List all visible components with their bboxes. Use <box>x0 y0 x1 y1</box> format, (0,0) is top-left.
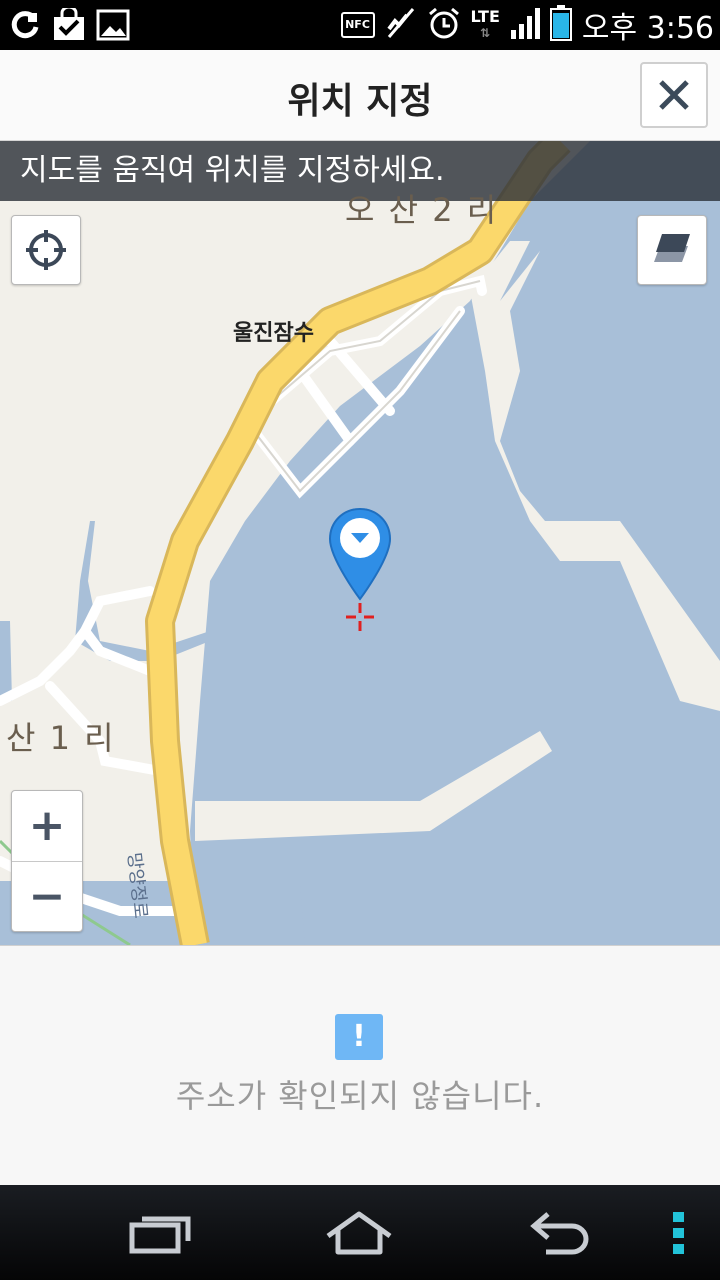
recent-apps-button[interactable] <box>115 1203 205 1263</box>
layers-button[interactable] <box>637 215 707 285</box>
recent-apps-icon <box>129 1216 191 1254</box>
clock: 오후 3:56 <box>581 11 714 46</box>
place-label-uljin-jamsu: 울진잠수 <box>233 321 314 346</box>
status-bar: NFC LTE ⇅ 오후 3:56 <box>0 0 720 50</box>
home-icon <box>326 1211 392 1255</box>
minus-icon: − <box>28 871 66 922</box>
plus-icon: + <box>28 800 66 851</box>
menu-icon <box>673 1212 684 1254</box>
gallery-icon <box>96 8 130 42</box>
shopping-bag-check-icon <box>52 8 86 42</box>
back-button[interactable] <box>515 1203 605 1263</box>
address-panel: ! 주소가 확인되지 않습니다. <box>0 945 720 1186</box>
alarm-icon <box>427 6 461 44</box>
layers-icon <box>654 234 690 262</box>
crosshair-icon <box>26 230 66 270</box>
target-crosshair-icon <box>346 603 374 631</box>
lte-icon: LTE ⇅ <box>470 7 500 41</box>
warning-icon: ! <box>335 1014 383 1060</box>
page-title: 위치 지정 <box>287 81 433 122</box>
back-icon <box>530 1212 589 1255</box>
zoom-control: + − <box>11 790 83 932</box>
close-icon <box>659 80 689 110</box>
close-button[interactable] <box>640 62 708 128</box>
navigation-bar <box>0 1185 720 1280</box>
place-label-osan2ri: 오 산 2 리 <box>345 191 499 229</box>
zoom-in-button[interactable]: + <box>12 791 82 861</box>
signal-icon <box>510 6 540 44</box>
zoom-out-button[interactable]: − <box>12 862 82 932</box>
nfc-icon: NFC <box>340 12 375 38</box>
system-icons: NFC LTE ⇅ 오후 3:56 <box>340 0 714 50</box>
place-label-san1ri: 산 1 리 <box>6 719 116 757</box>
notification-icons <box>8 8 130 42</box>
header-bar: 위치 지정 <box>0 50 720 141</box>
map-view[interactable]: 지도를 움직여 위치를 지정하세요. 오 산 2 리 울진잠수 산 1 리 망양… <box>0 141 720 945</box>
menu-button[interactable] <box>634 1203 720 1263</box>
mute-icon <box>385 7 417 43</box>
locate-me-button[interactable] <box>11 215 81 285</box>
battery-icon <box>549 5 572 45</box>
location-pin-icon <box>328 507 392 601</box>
olleh-icon <box>8 8 42 42</box>
home-button[interactable] <box>314 1203 404 1263</box>
address-status-text: 주소가 확인되지 않습니다. <box>175 1077 545 1115</box>
